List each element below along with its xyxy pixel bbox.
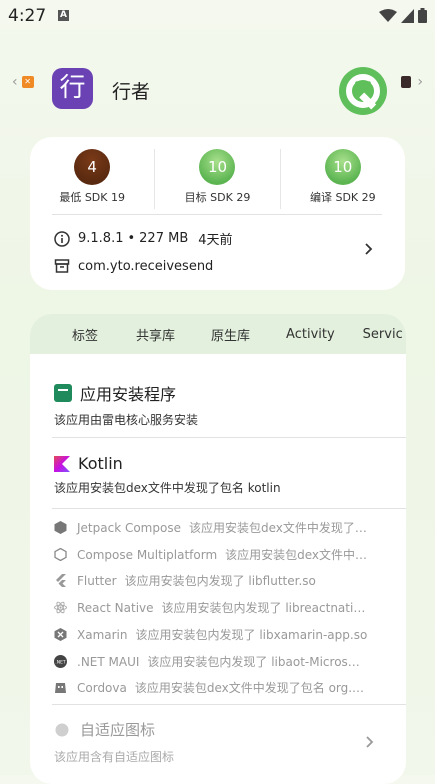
status-bar: 4:27 A: [0, 0, 435, 32]
divider: [52, 508, 406, 509]
archive-icon: [54, 259, 70, 273]
next-app-icon: [401, 76, 412, 88]
adaptive-icon: [55, 723, 69, 736]
divider: [52, 704, 406, 705]
previous-app-icon: ✕: [21, 76, 34, 88]
tab-activity[interactable]: Activity: [286, 327, 335, 342]
notification-icon: A: [58, 10, 69, 21]
lib-item-xamarin[interactable]: Xamarin 该应用安装包内发现了 libxamarin-app.so: [54, 626, 384, 643]
tab-shared-libs[interactable]: 共享库: [136, 325, 175, 344]
lib-item-jetpack-compose[interactable]: Jetpack Compose 该应用安装包dex文件中发现了…: [54, 519, 384, 536]
next-app-nav[interactable]: ›: [401, 74, 423, 90]
size-text: 227 MB: [139, 231, 189, 246]
battery-icon: [418, 8, 427, 23]
target-sdk-badge: 10: [199, 149, 236, 185]
lib-item-compose-multiplatform[interactable]: Compose Multiplatform 该应用安装包dex文件中…: [54, 546, 384, 563]
flutter-icon: [56, 574, 66, 587]
kotlin-title: Kotlin: [78, 454, 123, 473]
min-sdk: 4 最低 SDK 19: [30, 149, 154, 209]
chevron-right-icon[interactable]: [361, 241, 377, 257]
jetpack-compose-icon: [54, 521, 67, 534]
cordova-icon: [55, 683, 66, 693]
android-q-icon: [339, 67, 387, 115]
package-name: com.yto.receivesend: [78, 258, 214, 274]
sdk-row: 4 最低 SDK 19 10 目标 SDK 29 10 编译 SDK 29: [30, 149, 405, 209]
kotlin-icon: [54, 455, 70, 472]
divider: [52, 437, 406, 438]
app-name: 行者: [112, 81, 151, 103]
version-text: 9.1.8.1: [78, 231, 124, 246]
info-icon: [54, 230, 70, 247]
tab-native-libs[interactable]: 原生库: [211, 325, 250, 344]
previous-app-nav[interactable]: ‹ ✕: [12, 74, 34, 90]
libraries-card: 标签 共享库 原生库 Activity Servic 应用安装程序 该应用由雷电…: [30, 314, 406, 784]
lib-item-dotnet-maui[interactable]: .NET .NET MAUI 该应用安装包内发现了 libaot-Micros…: [54, 653, 384, 670]
lib-item-cordova[interactable]: Cordova 该应用安装包dex文件中发现了包名 org.…: [54, 679, 384, 696]
installer-icon: [54, 384, 72, 402]
dot-separator: •: [127, 231, 136, 246]
lib-item-flutter[interactable]: Flutter 该应用安装包内发现了 libflutter.so: [54, 572, 384, 589]
tab-services[interactable]: Servic: [363, 327, 403, 342]
app-info-card[interactable]: 4 最低 SDK 19 10 目标 SDK 29 10 编译 SDK 29 9.…: [30, 137, 405, 290]
version-row: 9.1.8.1 • 227 MB 4天前: [54, 229, 233, 248]
installer-item[interactable]: 应用安装程序 该应用由雷电核心服务安装: [54, 381, 406, 428]
date-text: 4天前: [198, 233, 233, 248]
status-icons: [379, 8, 427, 23]
installer-title: 应用安装程序: [80, 385, 177, 404]
tab-labels[interactable]: 标签: [72, 325, 98, 344]
adaptive-title: 自适应图标: [80, 721, 156, 739]
adaptive-icon-item[interactable]: 自适应图标 该应用含有自适应图标: [54, 719, 174, 765]
chevron-left-icon: ‹: [12, 74, 18, 90]
chevron-right-icon: ›: [417, 74, 423, 90]
dotnet-icon: .NET: [54, 655, 67, 668]
app-icon[interactable]: 行: [52, 68, 93, 109]
app-header: ‹ ✕ 行 行者 ›: [0, 66, 435, 116]
kotlin-desc: 该应用安装包dex文件中发现了包名 kotlin: [54, 481, 281, 495]
xamarin-icon: [54, 628, 67, 641]
react-icon: [54, 601, 67, 614]
wifi-icon: [379, 8, 397, 22]
installer-desc: 该应用由雷电核心服务安装: [54, 413, 199, 427]
tab-bar: 标签 共享库 原生库 Activity Servic: [30, 314, 406, 354]
signal-icon: [401, 8, 414, 23]
svg-text:.NET: .NET: [55, 660, 66, 666]
package-row: com.yto.receivesend: [54, 258, 213, 274]
target-sdk-label: 目标 SDK 29: [184, 191, 251, 204]
compose-multiplatform-icon: [54, 548, 67, 561]
target-sdk: 10 目标 SDK 29: [154, 149, 279, 209]
compile-sdk: 10 编译 SDK 29: [279, 149, 405, 209]
kotlin-item[interactable]: Kotlin 该应用安装包dex文件中发现了包名 kotlin: [54, 454, 406, 496]
compile-sdk-badge: 10: [324, 149, 361, 185]
chevron-right-icon[interactable]: [362, 734, 378, 750]
compile-sdk-label: 编译 SDK 29: [309, 191, 376, 204]
status-time: 4:27: [8, 6, 47, 26]
min-sdk-label: 最低 SDK 19: [59, 191, 125, 204]
divider: [52, 214, 382, 215]
lib-item-react-native[interactable]: React Native 该应用安装包内发现了 libreactnati…: [54, 599, 384, 616]
adaptive-desc: 该应用含有自适应图标: [54, 750, 175, 764]
min-sdk-badge: 4: [74, 149, 111, 185]
